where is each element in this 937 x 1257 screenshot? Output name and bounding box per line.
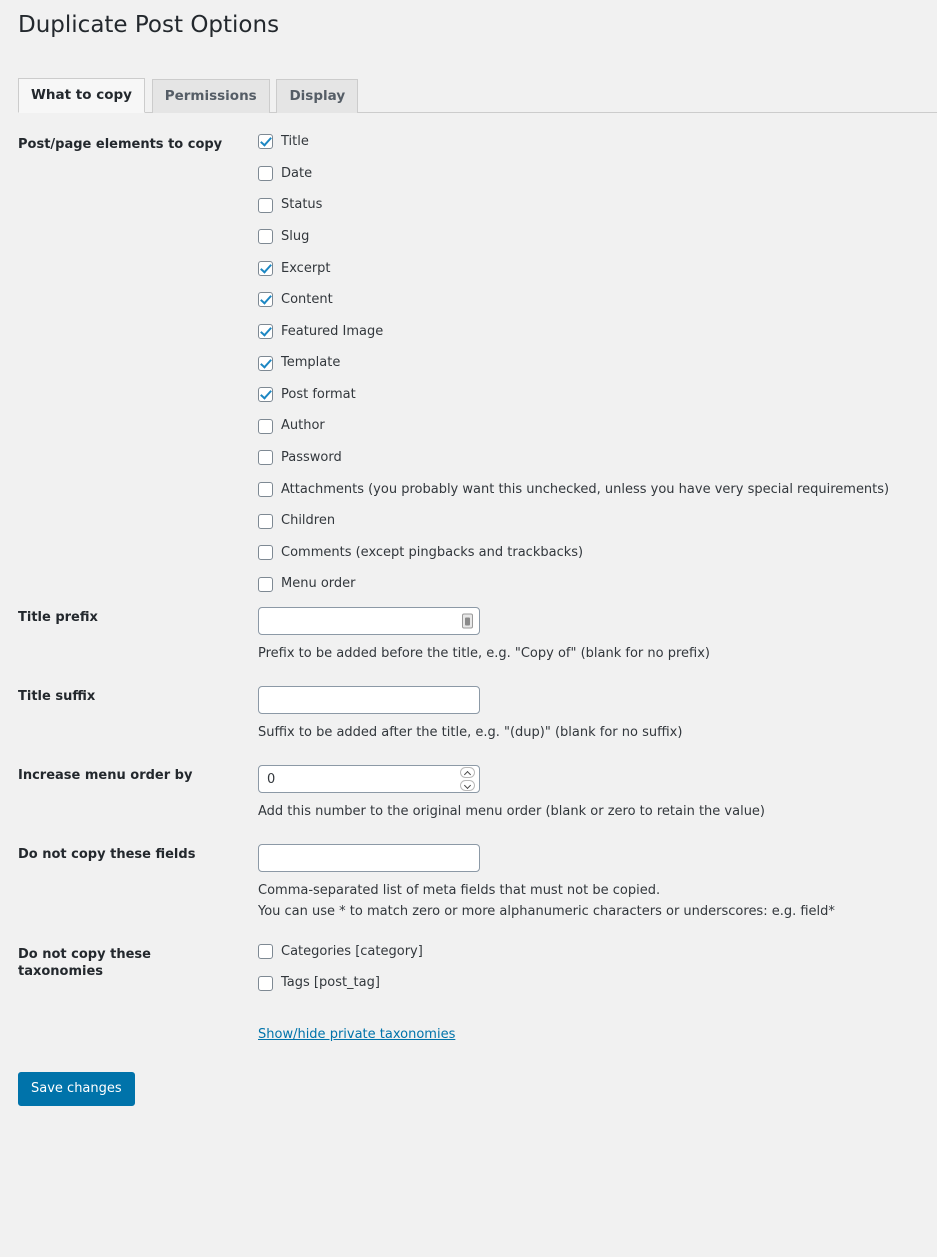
settings-page: Duplicate Post Options What to copy Permi… (0, 0, 937, 1106)
checkbox-row-title[interactable]: Title (258, 134, 909, 150)
checkbox-label-attachments: Attachments (you probably want this unch… (281, 481, 890, 497)
checkbox-excerpt[interactable] (258, 260, 273, 276)
autofill-icon[interactable] (462, 613, 473, 629)
checkbox-categories[interactable] (258, 944, 273, 960)
title-prefix-description: Prefix to be added before the title, e.g… (258, 646, 710, 662)
label-title-suffix: Title suffix (18, 689, 96, 705)
checkbox-row-post-format[interactable]: Post format (258, 387, 909, 403)
checkbox-row-attachments[interactable]: Attachments (you probably want this unch… (258, 482, 909, 498)
row-title-prefix: Title prefix Prefix to be added before t… (18, 596, 919, 675)
blacklist-description-line2: You can use * to match zero or more alph… (258, 903, 835, 919)
tab-display[interactable]: Display (276, 78, 359, 114)
checkbox-row-slug[interactable]: Slug (258, 229, 909, 245)
checkbox-slug[interactable] (258, 229, 273, 245)
checkbox-template[interactable] (258, 355, 273, 371)
checkbox-post-format[interactable] (258, 387, 273, 403)
checkbox-label-excerpt: Excerpt (281, 260, 331, 276)
checkbox-label-date: Date (281, 165, 313, 181)
blacklist-input[interactable] (258, 844, 480, 873)
label-do-not-copy-taxonomies: Do not copy these taxonomies (18, 946, 151, 979)
checkbox-row-menu-order[interactable]: Menu order (258, 576, 909, 592)
page-title: Duplicate Post Options (18, 12, 280, 38)
title-prefix-input[interactable] (258, 607, 480, 636)
elements-checkbox-group: Title Date Status Slug Excerpt Content F… (248, 125, 919, 596)
checkbox-label-comments: Comments (except pingbacks and trackback… (281, 544, 584, 560)
checkbox-row-content[interactable]: Content (258, 292, 909, 308)
submit-area: Save changes (18, 1055, 919, 1106)
title-prefix-field-wrap (258, 607, 480, 636)
checkbox-row-comments[interactable]: Comments (except pingbacks and trackback… (258, 545, 909, 561)
checkbox-comments[interactable] (258, 545, 273, 561)
checkbox-title[interactable] (258, 134, 273, 150)
checkbox-row-template[interactable]: Template (258, 355, 909, 371)
checkbox-label-status: Status (281, 197, 323, 213)
checkbox-label-featured-image: Featured Image (281, 323, 384, 339)
save-changes-button[interactable]: Save changes (18, 1071, 135, 1106)
checkbox-featured-image[interactable] (258, 324, 273, 339)
checkbox-password[interactable] (258, 450, 273, 466)
options-form: Post/page elements to copy Title Date St… (18, 125, 919, 1106)
checkbox-author[interactable] (258, 418, 273, 434)
checkbox-row-date[interactable]: Date (258, 166, 909, 182)
checkbox-row-tags[interactable]: Tags [post_tag] (258, 975, 909, 991)
checkbox-attachments[interactable] (258, 481, 273, 497)
checkbox-label-children: Children (281, 513, 336, 529)
checkbox-row-excerpt[interactable]: Excerpt (258, 261, 909, 277)
checkbox-row-categories[interactable]: Categories [category] (258, 944, 909, 960)
label-do-not-copy-fields: Do not copy these fields (18, 847, 196, 863)
chevron-up-icon[interactable] (460, 767, 475, 779)
label-elements-to-copy: Post/page elements to copy (18, 137, 223, 153)
row-title-suffix: Title suffix Suffix to be added after th… (18, 675, 919, 754)
checkbox-date[interactable] (258, 166, 273, 182)
title-suffix-input[interactable] (258, 686, 480, 715)
title-suffix-description: Suffix to be added after the title, e.g.… (258, 725, 683, 741)
tab-bar: What to copy Permissions Display (18, 68, 937, 114)
checkbox-tags[interactable] (258, 975, 273, 991)
number-spinner[interactable] (460, 767, 475, 792)
checkbox-label-title: Title (281, 134, 309, 150)
row-elements-to-copy: Post/page elements to copy Title Date St… (18, 125, 919, 596)
checkbox-row-featured-image[interactable]: Featured Image (258, 324, 909, 340)
label-title-prefix: Title prefix (18, 610, 98, 626)
checkbox-label-post-format: Post format (281, 386, 356, 402)
options-table: Post/page elements to copy Title Date St… (18, 125, 919, 1055)
row-blacklist-fields: Do not copy these fields Comma-separated… (18, 833, 919, 932)
blacklist-description: Comma-separated list of meta fields that… (258, 881, 909, 921)
row-taxonomies: Do not copy these taxonomies Categories … (18, 933, 919, 1055)
checkbox-label-menu-order: Menu order (281, 576, 356, 592)
menu-order-input[interactable] (258, 765, 480, 794)
checkbox-label-tags: Tags [post_tag] (281, 975, 380, 991)
checkbox-row-password[interactable]: Password (258, 450, 909, 466)
checkbox-label-content: Content (281, 292, 333, 308)
show-hide-private-taxonomies-link[interactable]: Show/hide private taxonomies (258, 1027, 455, 1044)
checkbox-content[interactable] (258, 292, 273, 308)
checkbox-label-password: Password (281, 450, 342, 466)
checkbox-label-categories: Categories [category] (281, 943, 423, 959)
tab-permissions[interactable]: Permissions (151, 78, 270, 114)
row-menu-order: Increase menu order by Add this number t… (18, 754, 919, 833)
checkbox-label-slug: Slug (281, 228, 310, 244)
menu-order-description: Add this number to the original menu ord… (258, 804, 765, 820)
checkbox-label-author: Author (281, 418, 325, 434)
checkbox-label-template: Template (281, 355, 341, 371)
checkbox-row-children[interactable]: Children (258, 513, 909, 529)
tab-what-to-copy[interactable]: What to copy (18, 77, 145, 114)
menu-order-field-wrap (258, 765, 480, 794)
checkbox-children[interactable] (258, 513, 273, 529)
checkbox-row-author[interactable]: Author (258, 418, 909, 434)
blacklist-description-line1: Comma-separated list of meta fields that… (258, 883, 661, 899)
checkbox-row-status[interactable]: Status (258, 197, 909, 213)
checkbox-status[interactable] (258, 197, 273, 213)
chevron-down-icon[interactable] (460, 780, 475, 792)
label-increase-menu-order: Increase menu order by (18, 768, 193, 784)
checkbox-menu-order[interactable] (258, 576, 273, 592)
